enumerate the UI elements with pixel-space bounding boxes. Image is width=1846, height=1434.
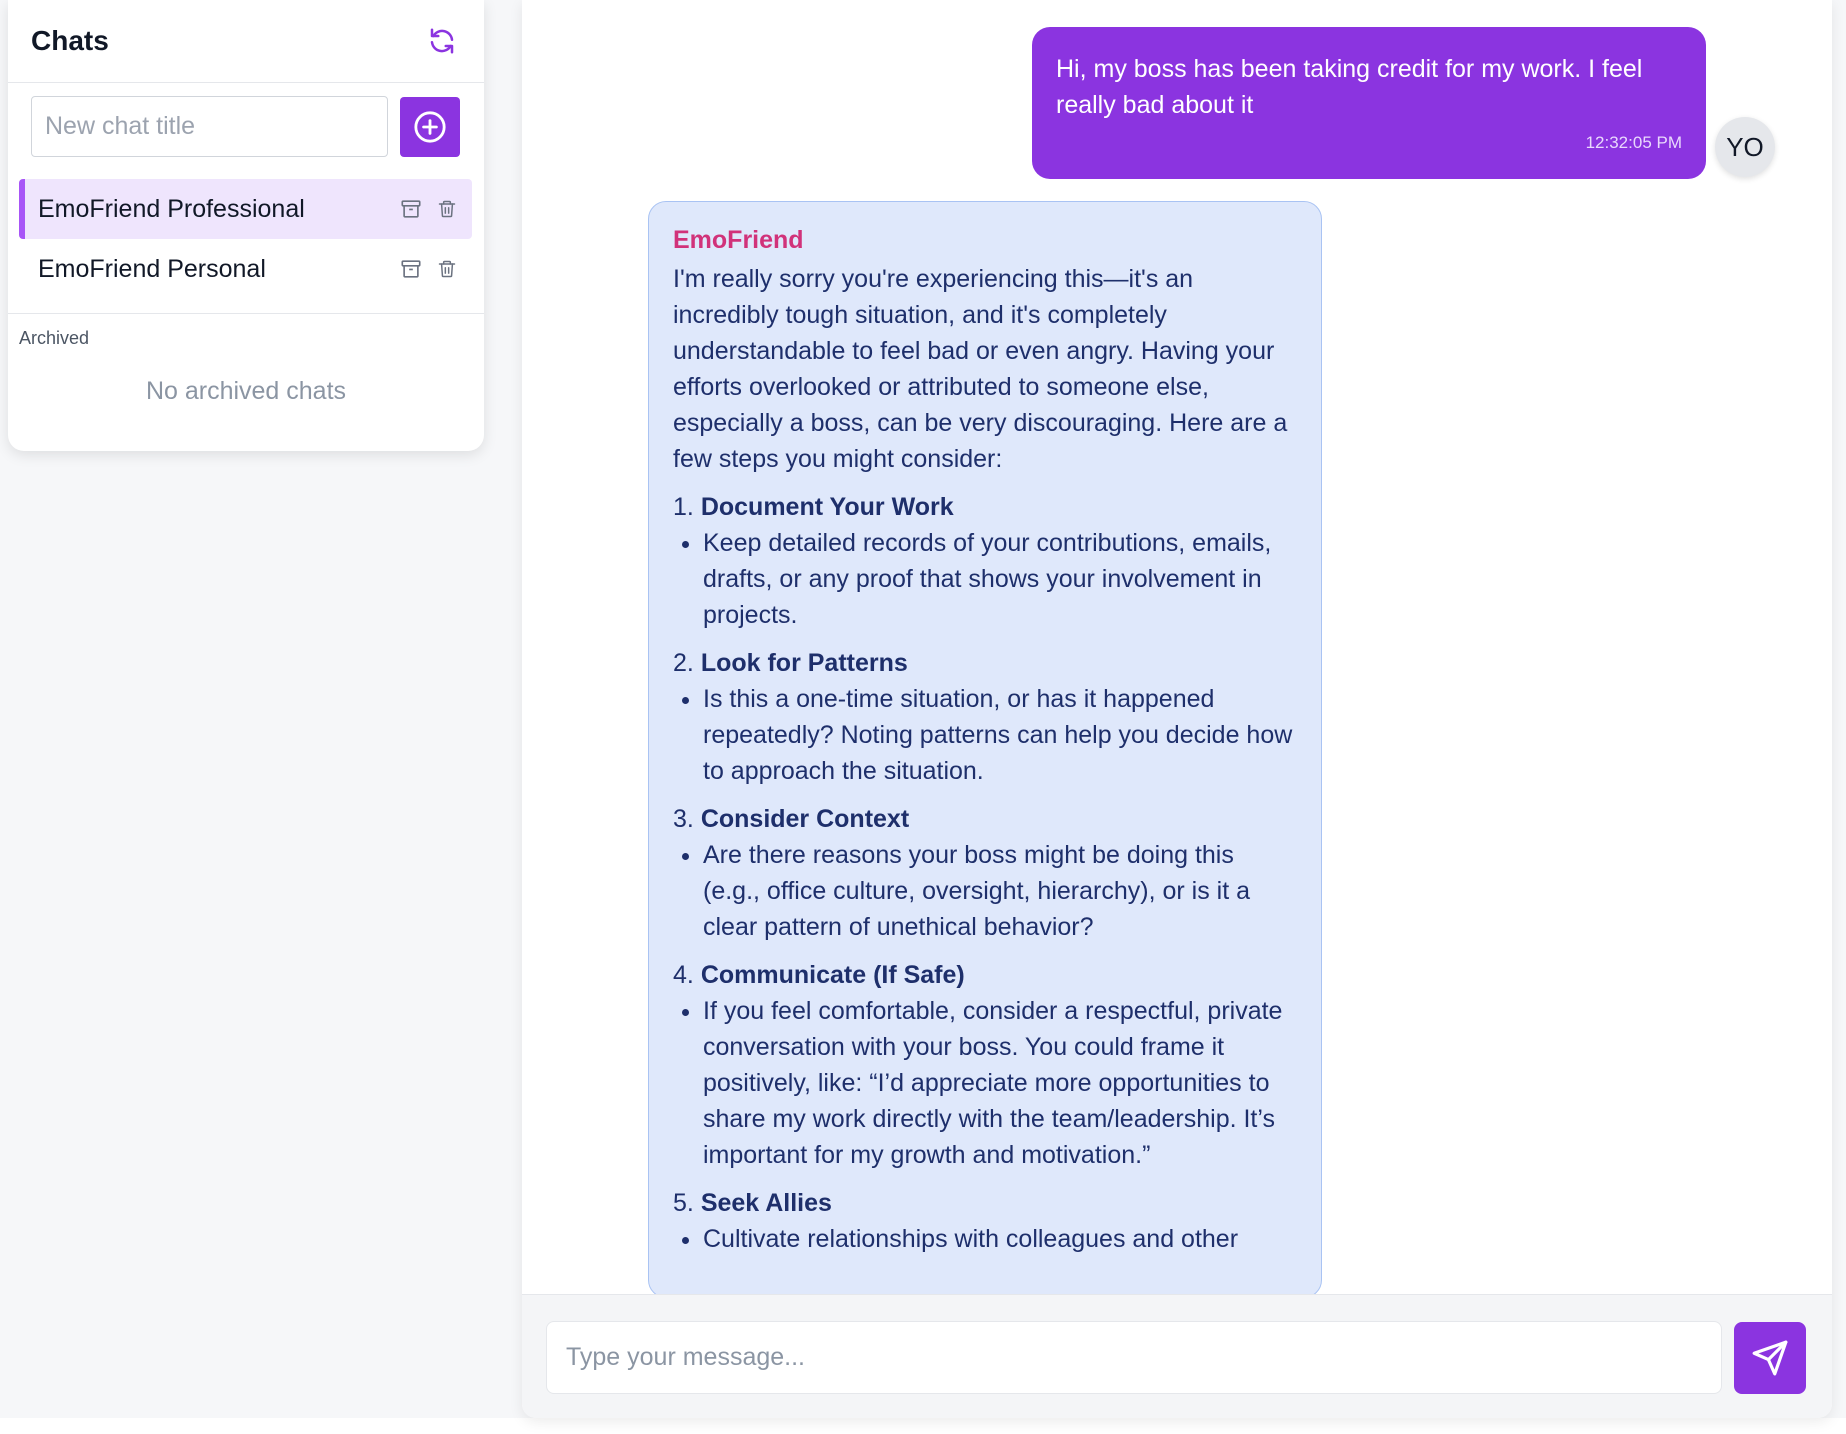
chat-panel: Hi, my boss has been taking credit for m… — [522, 0, 1832, 1418]
advice-step: 3. Consider Context Are there reasons yo… — [673, 801, 1297, 945]
step-bullet: Are there reasons your boss might be doi… — [703, 837, 1297, 945]
refresh-button[interactable] — [424, 23, 460, 59]
add-chat-button[interactable] — [400, 96, 460, 157]
refresh-icon — [430, 28, 454, 54]
advice-step: 4. Communicate (If Safe) If you feel com… — [673, 957, 1297, 1173]
step-title: Communicate (If Safe) — [700, 961, 965, 989]
step-number: 4. — [673, 961, 694, 989]
bot-sender-name: EmoFriend — [673, 226, 804, 254]
step-number: 2. — [673, 649, 694, 677]
advice-step: 2. Look for Patterns Is this a one-time … — [673, 645, 1297, 789]
step-title: Seek Allies — [700, 1189, 832, 1217]
advice-step: 1. Document Your Work Keep detailed reco… — [673, 489, 1297, 633]
bot-message-bubble: EmoFriend I'm really sorry you're experi… — [648, 201, 1322, 1294]
chat-list: EmoFriend Professional EmoFriend Persona… — [8, 157, 484, 299]
bot-intro-text: I'm really sorry you're experiencing thi… — [673, 265, 1288, 473]
plus-circle-icon — [414, 110, 446, 143]
new-chat-title-input[interactable] — [31, 96, 388, 157]
chat-item-actions — [400, 197, 458, 221]
step-number: 3. — [673, 805, 694, 833]
new-chat-row — [8, 83, 484, 157]
delete-button[interactable] — [436, 257, 458, 281]
send-button[interactable] — [1734, 1322, 1806, 1394]
sidebar-header: Chats — [8, 0, 484, 83]
user-message-text: Hi, my boss has been taking credit for m… — [1056, 55, 1643, 119]
avatar: YO — [1715, 117, 1775, 177]
chat-item-label: EmoFriend Personal — [38, 254, 266, 283]
archive-icon — [401, 200, 421, 218]
chat-item-label: EmoFriend Professional — [38, 194, 305, 223]
step-number: 5. — [673, 1189, 694, 1217]
trash-icon — [438, 200, 456, 218]
step-bullet: Keep detailed records of your contributi… — [703, 525, 1297, 633]
message-input[interactable] — [546, 1321, 1722, 1394]
chat-item-actions — [400, 257, 458, 281]
step-number: 1. — [673, 493, 694, 521]
no-archived-chats-text: No archived chats — [145, 377, 347, 405]
step-title: Document Your Work — [700, 493, 954, 521]
step-title: Look for Patterns — [700, 649, 908, 677]
archived-label: Archived — [19, 328, 90, 348]
chat-item-emofriend-personal[interactable]: EmoFriend Personal — [19, 239, 472, 299]
message-timestamp: 12:32:05 PM — [1585, 133, 1682, 152]
step-title: Consider Context — [700, 805, 910, 833]
chat-sidebar: Chats EmoFriend Professional — [8, 0, 484, 451]
trash-icon — [438, 260, 456, 278]
step-bullet: Cultivate relationships with colleagues … — [703, 1221, 1297, 1257]
chat-item-emofriend-professional[interactable]: EmoFriend Professional — [19, 179, 472, 239]
send-icon — [1752, 1340, 1788, 1376]
step-bullet: If you feel comfortable, consider a resp… — [703, 993, 1297, 1173]
archive-icon — [401, 260, 421, 278]
message-list[interactable]: Hi, my boss has been taking credit for m… — [522, 0, 1832, 1294]
step-bullet: Is this a one-time situation, or has it … — [703, 681, 1297, 789]
message-composer — [522, 1294, 1832, 1418]
archive-button[interactable] — [400, 257, 422, 281]
advice-step: 5. Seek Allies Cultivate relationships w… — [673, 1185, 1297, 1257]
delete-button[interactable] — [436, 197, 458, 221]
archived-section: Archived No archived chats — [8, 313, 484, 406]
sidebar-title: Chats — [31, 25, 109, 56]
archive-button[interactable] — [400, 197, 422, 221]
user-message-bubble: Hi, my boss has been taking credit for m… — [1032, 27, 1706, 179]
